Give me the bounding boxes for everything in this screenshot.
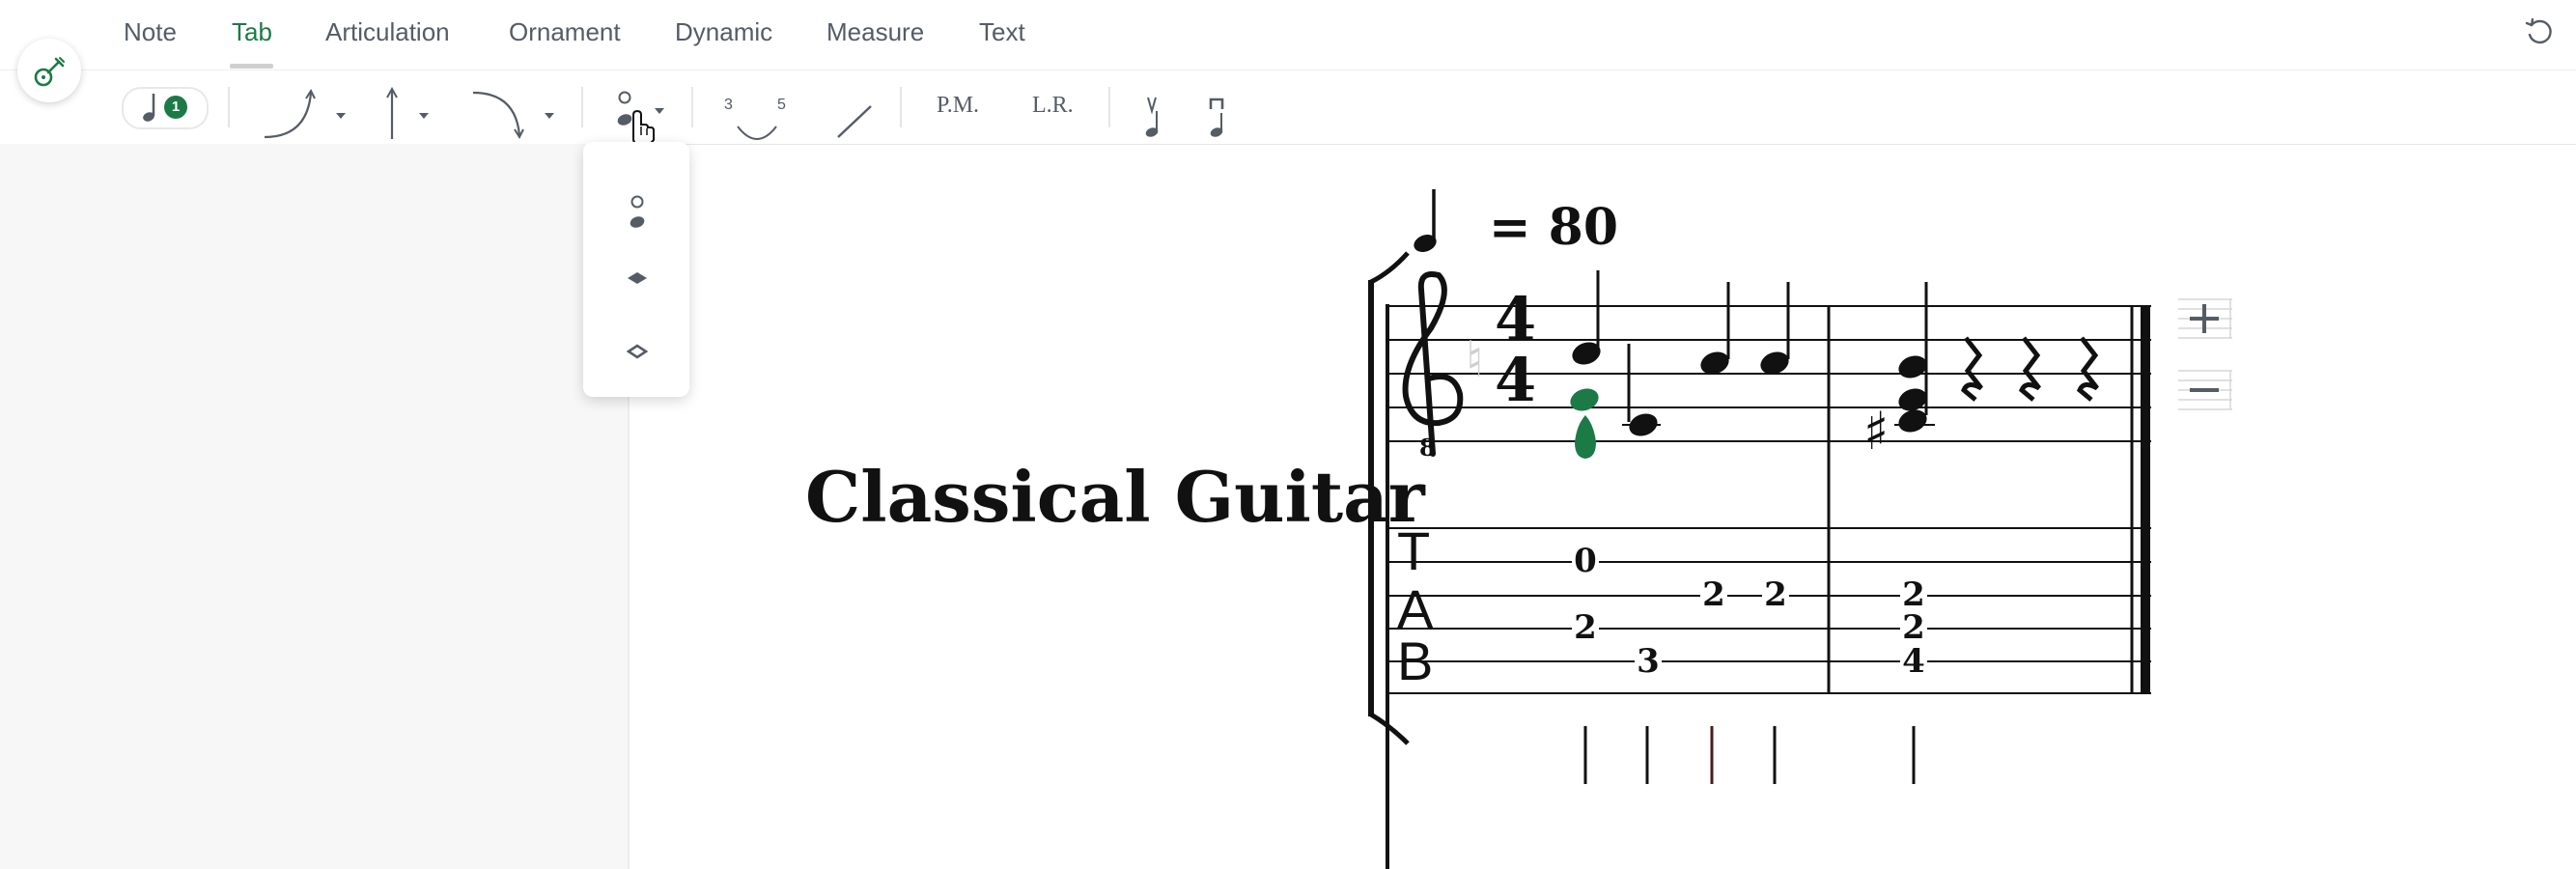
measure-2: ♯ bbox=[1863, 282, 2099, 462]
score-canvas: 8 ♮ 4 4 ♯ T A B 0 2 3 2 2 2 2 4 bbox=[1368, 251, 2151, 869]
tab-number: 2 bbox=[1702, 575, 1725, 614]
measure-1 bbox=[1570, 270, 1790, 459]
tab-stems bbox=[1583, 726, 1916, 784]
notehead-option-diamond-open[interactable] bbox=[583, 314, 689, 372]
tab-number: 2 bbox=[1574, 608, 1597, 647]
notehead-option-harmonic[interactable] bbox=[583, 161, 689, 229]
tab-clef-t: T bbox=[1397, 520, 1430, 581]
minus-icon[interactable] bbox=[2176, 365, 2234, 413]
svg-text:4: 4 bbox=[1495, 345, 1536, 415]
tab-number: 2 bbox=[1902, 608, 1925, 647]
notehead-option-diamond-filled[interactable] bbox=[583, 240, 689, 298]
tab-number: 2 bbox=[1764, 575, 1787, 614]
tab-number: 0 bbox=[1574, 542, 1597, 580]
tab-number: 3 bbox=[1637, 642, 1660, 681]
svg-text:♮: ♮ bbox=[1466, 331, 1484, 389]
tab-clef-b: B bbox=[1397, 631, 1433, 691]
svg-text:8: 8 bbox=[1419, 434, 1436, 462]
harmonic-notehead-icon bbox=[630, 195, 645, 228]
diamond-filled-icon bbox=[628, 272, 647, 284]
notehead-dropdown bbox=[583, 142, 689, 397]
instrument-button[interactable] bbox=[17, 39, 81, 102]
tab-clef: T A B bbox=[1397, 520, 1434, 691]
plus-icon[interactable] bbox=[2176, 294, 2234, 342]
tab-number: 4 bbox=[1902, 642, 1925, 681]
diamond-open-icon bbox=[626, 344, 649, 359]
treble-clef-icon bbox=[1402, 271, 1464, 457]
svg-text:♯: ♯ bbox=[1863, 401, 1889, 462]
guitar-icon bbox=[34, 57, 65, 87]
